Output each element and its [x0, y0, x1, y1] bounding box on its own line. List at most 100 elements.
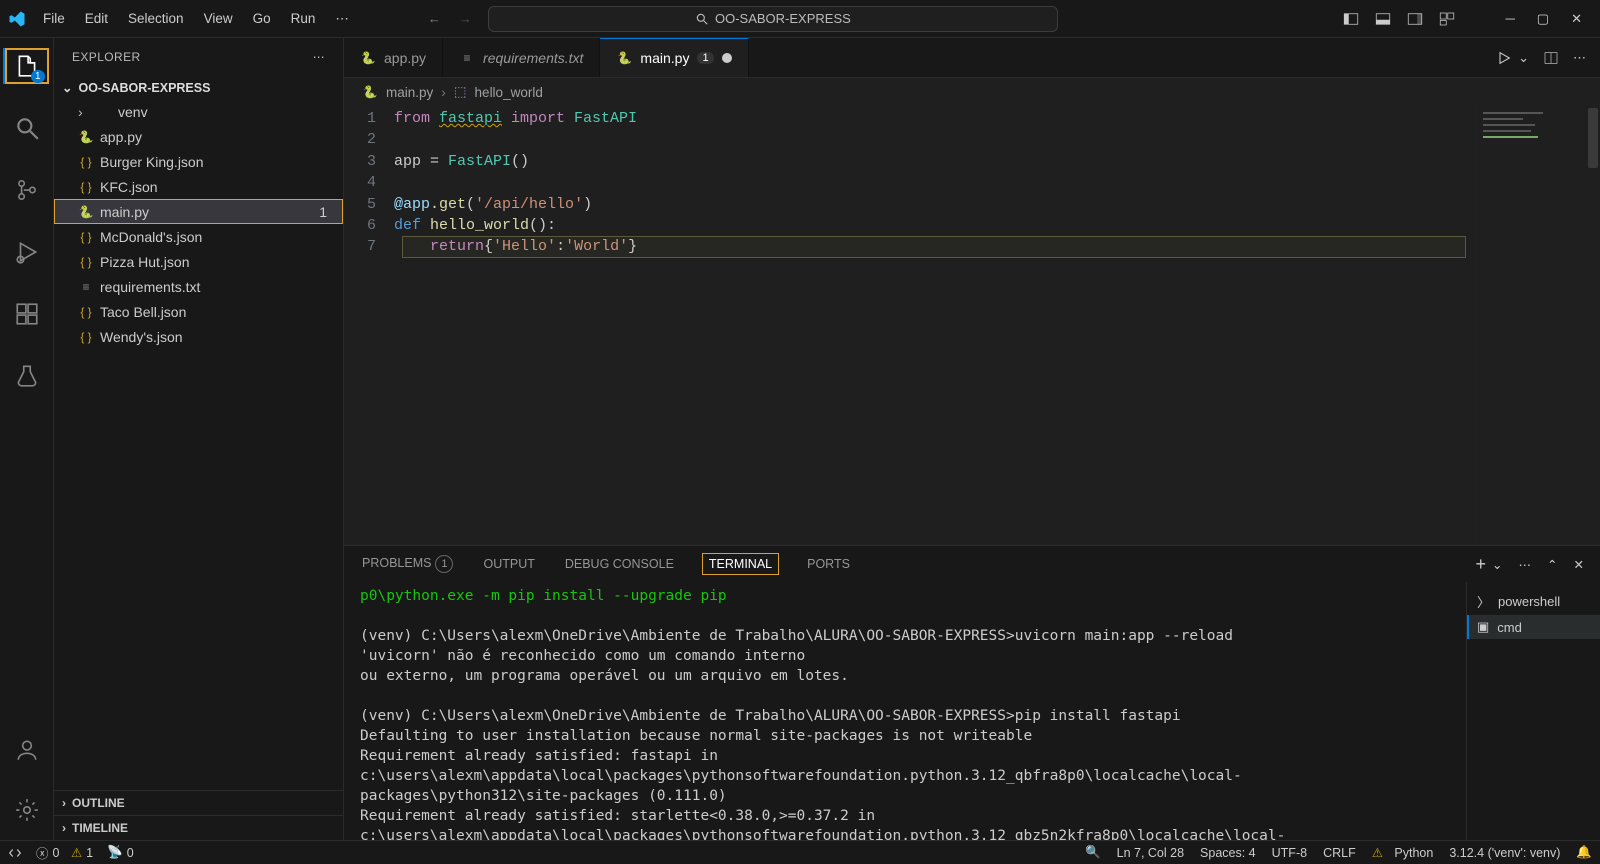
file-main-py[interactable]: 🐍main.py1: [54, 199, 343, 224]
file-McDonald-s-json[interactable]: { }McDonald's.json: [54, 224, 343, 249]
split-editor-icon[interactable]: [1543, 50, 1559, 66]
maximize-icon[interactable]: ▢: [1533, 9, 1553, 29]
menu-view[interactable]: View: [195, 7, 242, 31]
command-center-text: OO-SABOR-EXPRESS: [715, 11, 851, 26]
activity-scm-icon[interactable]: [3, 170, 51, 210]
activity-debug-icon[interactable]: [3, 232, 51, 272]
minimap[interactable]: [1476, 106, 1586, 545]
minimize-icon[interactable]: ─: [1502, 9, 1519, 28]
file-requirements-txt[interactable]: ≡requirements.txt: [54, 274, 343, 299]
tab-requirements-txt[interactable]: ≡requirements.txt: [443, 38, 600, 77]
menu-selection[interactable]: Selection: [119, 7, 193, 31]
remote-icon[interactable]: [8, 846, 22, 860]
notifications-icon[interactable]: 🔔: [1576, 845, 1592, 860]
status-errors[interactable]: ⓧ0 ⚠1: [36, 843, 93, 862]
nav-forward-icon[interactable]: →: [459, 11, 472, 26]
menu-file[interactable]: File: [34, 7, 74, 31]
run-file-icon[interactable]: [1496, 50, 1512, 66]
file-label: requirements.txt: [100, 279, 200, 295]
status-spaces[interactable]: Spaces: 4: [1200, 846, 1256, 860]
zoom-icon[interactable]: 🔍: [1085, 845, 1101, 860]
menu-go[interactable]: Go: [244, 7, 280, 31]
menu-edit[interactable]: Edit: [76, 7, 117, 31]
explorer-more-icon[interactable]: ⋯: [313, 50, 325, 64]
explorer-folder-header[interactable]: ⌄ OO-SABOR-EXPRESS: [54, 76, 343, 99]
close-icon[interactable]: ✕: [1567, 9, 1586, 29]
panel-more-icon[interactable]: ⋯: [1519, 557, 1532, 572]
layout-left-icon[interactable]: [1342, 10, 1360, 28]
file-label: app.py: [100, 129, 142, 145]
shell-label: powershell: [1498, 594, 1560, 609]
panel-tab-problems[interactable]: PROBLEMS1: [360, 551, 455, 577]
run-dropdown-icon[interactable]: ⌄: [1518, 50, 1529, 66]
chevron-down-icon: ⌄: [62, 80, 72, 95]
terminal-line: p0\python.exe -m pip install --upgrade p…: [360, 586, 1450, 606]
tab-label: main.py: [640, 50, 689, 66]
activity-testing-icon[interactable]: [3, 356, 51, 396]
file-Taco-Bell-json[interactable]: { }Taco Bell.json: [54, 299, 343, 324]
timeline-section[interactable]: › TIMELINE: [54, 815, 343, 840]
tab-main-py[interactable]: 🐍main.py1: [600, 38, 748, 77]
activity-explorer-icon[interactable]: 1: [3, 46, 51, 86]
breadcrumb-file[interactable]: main.py: [386, 85, 433, 100]
status-encoding[interactable]: UTF-8: [1272, 846, 1307, 860]
shell-icon: ▣: [1477, 619, 1489, 635]
activity-extensions-icon[interactable]: [3, 294, 51, 334]
file-tree[interactable]: ›venv🐍app.py{ }Burger King.json{ }KFC.js…: [54, 99, 343, 790]
file-KFC-json[interactable]: { }KFC.json: [54, 174, 343, 199]
layout-right-icon[interactable]: [1406, 10, 1424, 28]
activity-account-icon[interactable]: [3, 730, 51, 770]
code-editor[interactable]: 1from fastapi import FastAPI 2 3app = Fa…: [344, 106, 1476, 545]
layout-customize-icon[interactable]: [1438, 10, 1456, 28]
panel-maximize-icon[interactable]: ⌃: [1547, 557, 1557, 572]
panel-tab-terminal[interactable]: TERMINAL: [702, 553, 779, 575]
terminal-item-cmd[interactable]: ▣ cmd: [1467, 615, 1600, 639]
menu-more-icon[interactable]: ⋯: [326, 7, 358, 31]
file-Wendy-s-json[interactable]: { }Wendy's.json: [54, 324, 343, 349]
line-number: 4: [344, 172, 394, 193]
breadcrumb[interactable]: 🐍 main.py › ⬚ hello_world: [344, 78, 1600, 106]
breadcrumb-symbol[interactable]: hello_world: [475, 85, 543, 100]
panel-tab-output[interactable]: OUTPUT: [481, 553, 536, 575]
editor-area: 🐍app.py≡requirements.txt 🐍 main.py 1 ⌄ ⋯ 🐍 …: [344, 38, 1600, 840]
file-label: Taco Bell.json: [100, 304, 186, 320]
activity-settings-icon[interactable]: [3, 790, 51, 830]
terminal-line: 'uvicorn' não é reconhecido como um coma…: [360, 646, 1450, 666]
new-terminal-icon[interactable]: +: [1476, 554, 1487, 575]
line-number: 3: [344, 151, 394, 172]
menu-run[interactable]: Run: [282, 7, 325, 31]
panel-tab-debug[interactable]: DEBUG CONSOLE: [563, 553, 676, 575]
shell-label: cmd: [1497, 620, 1522, 635]
tab-app-py[interactable]: 🐍app.py: [344, 38, 443, 77]
file-venv[interactable]: ›venv: [54, 99, 343, 124]
editor-scrollbar[interactable]: [1586, 106, 1600, 545]
outline-section[interactable]: › OUTLINE: [54, 790, 343, 815]
status-ports[interactable]: 📡0: [107, 845, 134, 860]
line-number: 1: [344, 108, 394, 129]
nav-back-icon[interactable]: ←: [428, 11, 441, 26]
terminal-item-powershell[interactable]: 〉 powershell: [1467, 588, 1600, 615]
error-icon: ⓧ: [36, 843, 49, 862]
file-label: KFC.json: [100, 179, 158, 195]
editor-more-icon[interactable]: ⋯: [1573, 50, 1586, 66]
file-Pizza-Hut-json[interactable]: { }Pizza Hut.json: [54, 249, 343, 274]
command-center[interactable]: OO-SABOR-EXPRESS: [488, 6, 1058, 32]
terminal-dropdown-icon[interactable]: ⌄: [1492, 557, 1502, 572]
tab-badge: 1: [697, 52, 713, 64]
panel-tab-ports[interactable]: PORTS: [805, 553, 852, 575]
symbol-method-icon: ⬚: [454, 84, 467, 100]
file-Burger-King-json[interactable]: { }Burger King.json: [54, 149, 343, 174]
activity-search-icon[interactable]: [3, 108, 51, 148]
file-label: Pizza Hut.json: [100, 254, 189, 270]
terminal[interactable]: p0\python.exe -m pip install --upgrade p…: [344, 582, 1466, 840]
status-cursor[interactable]: Ln 7, Col 28: [1117, 846, 1184, 860]
status-bar: ⓧ0 ⚠1 📡0 🔍 Ln 7, Col 28 Spaces: 4 UTF-8 …: [0, 840, 1600, 864]
antenna-icon: 📡: [107, 845, 123, 860]
status-eol[interactable]: CRLF: [1323, 846, 1356, 860]
status-language[interactable]: ⚠ Python: [1372, 845, 1434, 860]
panel-close-icon[interactable]: ✕: [1574, 557, 1584, 572]
layout-bottom-icon[interactable]: [1374, 10, 1392, 28]
python-file-icon: 🐍: [362, 84, 378, 100]
file-app-py[interactable]: 🐍app.py: [54, 124, 343, 149]
status-interpreter[interactable]: 3.12.4 ('venv': venv): [1449, 846, 1560, 860]
